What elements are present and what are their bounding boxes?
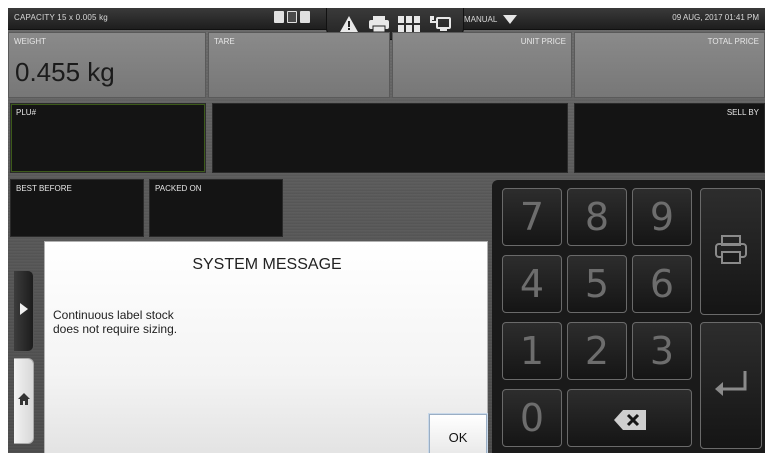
print-button[interactable] [700, 188, 762, 315]
unit-price-field[interactable]: UNIT PRICE [392, 32, 572, 98]
datetime-label: 09 AUG, 2017 01:41 PM [672, 13, 759, 22]
key-9[interactable]: 9 [632, 188, 692, 246]
printer-icon [714, 230, 748, 274]
home-icon [17, 392, 30, 410]
total-price-field: TOTAL PRICE [574, 32, 765, 98]
product-name-field[interactable] [212, 103, 568, 173]
key-5[interactable]: 5 [567, 255, 627, 313]
best-before-label: BEST BEFORE [16, 184, 72, 193]
sell-by-label: SELL BY [726, 108, 759, 117]
plu-label: PLU# [16, 108, 37, 117]
dialog-message: Continuous label stock does not require … [53, 308, 353, 336]
capacity-label: CAPACITY 15 x 0.005 kg [14, 13, 108, 22]
tare-label: TARE [214, 37, 235, 46]
printer-icon[interactable] [368, 15, 390, 33]
network-icon[interactable] [429, 15, 451, 33]
weight-field: WEIGHT 0.455 kg [8, 32, 206, 98]
dialog-message-line-2: does not require sizing. [53, 322, 178, 336]
view-toggle-2[interactable] [287, 11, 297, 23]
chevron-down-icon [503, 14, 518, 24]
chevron-right-icon [19, 302, 29, 321]
key-8[interactable]: 8 [567, 188, 627, 246]
weight-label: WEIGHT [14, 37, 46, 46]
packed-on-label: PACKED ON [155, 184, 202, 193]
best-before-field[interactable]: BEST BEFORE [10, 179, 144, 237]
packed-on-field[interactable]: PACKED ON [149, 179, 283, 237]
mode-label: MANUAL [464, 14, 498, 24]
ok-button[interactable]: OK [429, 414, 487, 453]
key-4[interactable]: 4 [502, 255, 562, 313]
unit-price-label: UNIT PRICE [520, 37, 566, 46]
view-toggle-3[interactable] [300, 11, 310, 23]
key-6[interactable]: 6 [632, 255, 692, 313]
key-1[interactable]: 1 [502, 322, 562, 380]
tare-field[interactable]: TARE [208, 32, 390, 98]
mode-selector[interactable]: MANUAL [464, 11, 518, 27]
numeric-keypad: 7 8 9 4 5 6 1 2 3 0 [492, 180, 765, 453]
view-toggle-1[interactable] [274, 11, 284, 23]
dialog-message-line-1: Continuous label stock [53, 308, 174, 322]
plu-field[interactable]: PLU# [10, 103, 206, 173]
home-button[interactable] [14, 358, 34, 444]
scale-screen: CAPACITY 15 x 0.005 kg MANUAL 09 AUG, 20… [8, 8, 765, 453]
sell-by-field[interactable]: SELL BY [574, 103, 765, 173]
dialog-title: SYSTEM MESSAGE [192, 256, 342, 273]
key-7[interactable]: 7 [502, 188, 562, 246]
key-0[interactable]: 0 [502, 389, 562, 447]
enter-icon [713, 364, 749, 408]
enter-button[interactable] [700, 322, 762, 449]
key-3[interactable]: 3 [632, 322, 692, 380]
backspace-icon [613, 396, 647, 440]
total-price-label: TOTAL PRICE [707, 37, 759, 46]
grid-icon[interactable] [398, 15, 421, 32]
side-panel-toggle[interactable] [14, 270, 34, 352]
backspace-button[interactable] [567, 389, 692, 447]
key-2[interactable]: 2 [567, 322, 627, 380]
system-message-dialog: SYSTEM MESSAGE Continuous label stock do… [44, 241, 488, 453]
weight-value: 0.455 kg [15, 57, 115, 87]
warning-icon[interactable] [339, 15, 359, 33]
